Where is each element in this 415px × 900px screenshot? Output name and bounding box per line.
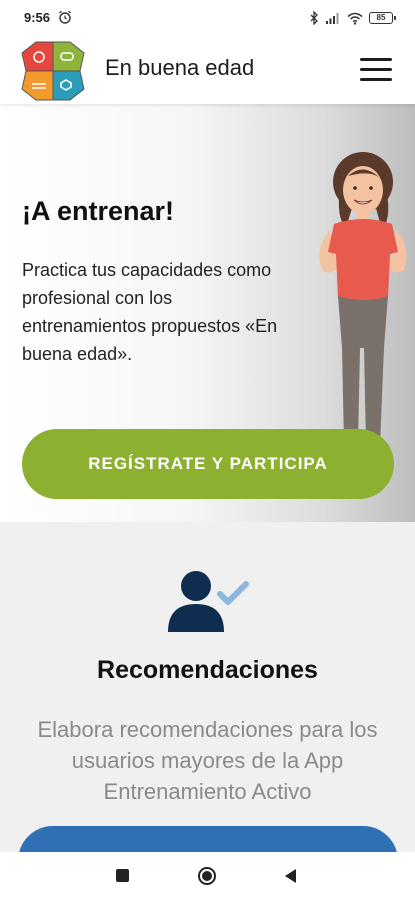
hamburger-menu-icon[interactable] <box>358 56 396 84</box>
register-participate-button[interactable]: REGÍSTRATE Y PARTICIPA <box>22 429 394 499</box>
app-header: En buena edad <box>0 34 415 104</box>
home-circle-icon[interactable] <box>198 867 216 885</box>
back-triangle-icon[interactable] <box>285 869 296 883</box>
woman-illustration <box>319 152 407 444</box>
app-title: En buena edad <box>105 55 255 80</box>
app-logo[interactable] <box>18 38 88 104</box>
recents-square-icon[interactable] <box>116 869 129 882</box>
status-icons: 85 <box>310 10 396 26</box>
bluetooth-icon <box>310 11 318 25</box>
wifi-icon <box>347 12 363 25</box>
system-nav-bar <box>0 852 415 900</box>
section-description: Elabora recomendaciones para los usuario… <box>37 717 378 804</box>
hero-description: Practica tus capacidades como profesiona… <box>22 260 278 364</box>
status-bar: 9:56 85 <box>0 0 415 34</box>
status-time: 9:56 <box>24 10 51 25</box>
hero-title: ¡A entrenar! <box>22 196 175 226</box>
battery-icon: 85 <box>369 12 396 24</box>
signal-icon <box>326 12 339 24</box>
hero-banner: ¡A entrenar! Practica tus capacidades co… <box>0 104 415 522</box>
recommendations-button[interactable] <box>18 826 398 852</box>
recommendations-section: Recomendaciones Elabora recomendaciones … <box>0 522 415 852</box>
section-title: Recomendaciones <box>97 656 318 684</box>
alarm-icon <box>59 10 71 24</box>
user-check-icon <box>168 571 249 632</box>
